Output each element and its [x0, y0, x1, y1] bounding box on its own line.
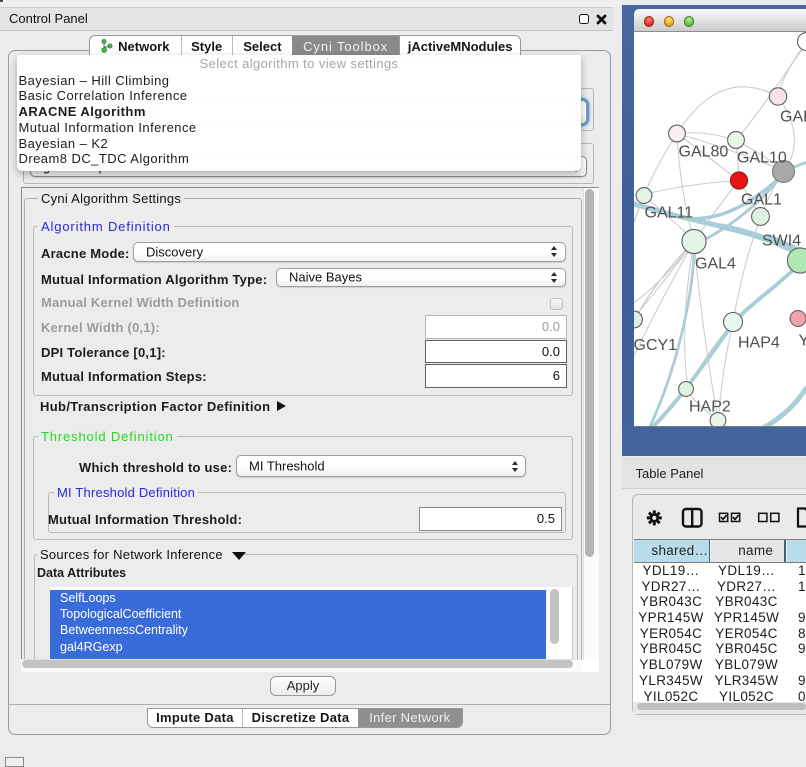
svg-text:SWI4: SWI4 — [762, 232, 801, 249]
svg-text:GAL11: GAL11 — [645, 204, 694, 221]
svg-text:GAL10: GAL10 — [737, 149, 787, 166]
svg-text:GAL7: GAL7 — [780, 108, 806, 125]
svg-text:HAP2: HAP2 — [689, 398, 731, 415]
svg-text:YE: YE — [799, 332, 806, 349]
svg-text:GAL80: GAL80 — [679, 143, 729, 160]
svg-text:GAL1: GAL1 — [741, 191, 782, 208]
svg-text:HAP4: HAP4 — [738, 334, 780, 351]
svg-text:GAL4: GAL4 — [695, 255, 736, 272]
svg-text:GCY1: GCY1 — [634, 337, 677, 354]
